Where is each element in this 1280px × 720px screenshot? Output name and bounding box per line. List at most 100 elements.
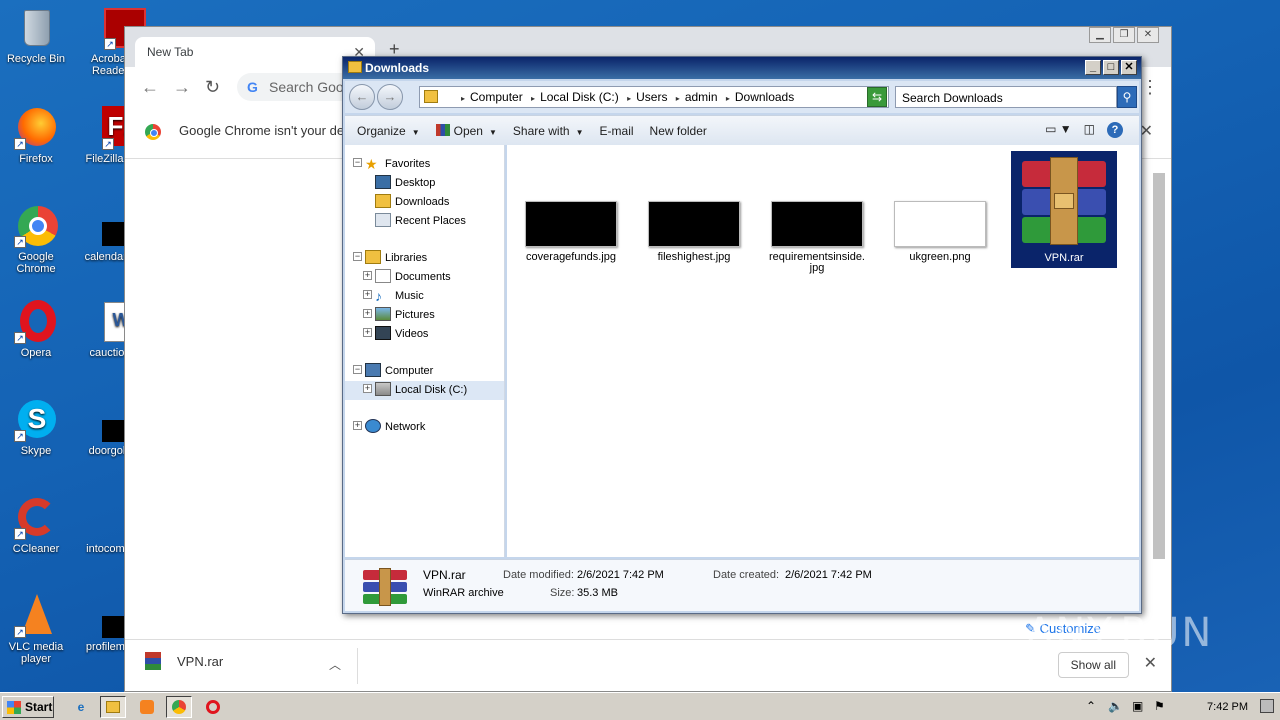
- breadcrumb-local-disk[interactable]: Local Disk (C:): [540, 90, 619, 104]
- expand-icon[interactable]: +: [363, 384, 372, 393]
- desktop-icon-label: Firefox: [19, 153, 53, 165]
- expand-icon[interactable]: +: [363, 271, 372, 280]
- breadcrumb-computer[interactable]: Computer: [470, 90, 523, 104]
- winrar-archive-icon: [1016, 155, 1112, 247]
- nav-local-disk[interactable]: + Local Disk (C:): [345, 381, 504, 400]
- nav-pictures[interactable]: + Pictures: [345, 306, 504, 325]
- file-item-selected[interactable]: VPN.rar: [1011, 151, 1117, 268]
- local-disk-icon: [375, 382, 391, 396]
- share-with-button[interactable]: Share with ▼: [513, 124, 584, 138]
- minimize-icon[interactable]: _: [1085, 60, 1101, 75]
- nav-network[interactable]: + Network: [345, 418, 504, 437]
- forward-button[interactable]: →: [377, 84, 403, 110]
- preview-pane-icon[interactable]: ◫: [1084, 122, 1095, 138]
- clock[interactable]: 7:42 PM: [1207, 701, 1248, 713]
- menu-icon[interactable]: ⋮: [1141, 77, 1159, 98]
- media-player-icon[interactable]: [134, 696, 160, 718]
- desktop-icon-vlc[interactable]: ↗ VLC media player: [0, 594, 72, 665]
- chevron-up-icon[interactable]: ︿: [329, 656, 341, 673]
- chrome-tab[interactable]: New Tab ✕: [135, 37, 375, 67]
- desktop-icon-firefox[interactable]: ↗ Firefox: [0, 106, 72, 165]
- help-icon[interactable]: ?: [1107, 122, 1123, 138]
- breadcrumb-admin[interactable]: admin: [685, 90, 718, 104]
- close-icon[interactable]: ✕: [1121, 60, 1137, 75]
- file-name: coveragefunds.jpg: [526, 251, 616, 263]
- collapse-icon[interactable]: −: [353, 252, 362, 261]
- nav-downloads[interactable]: Downloads: [345, 193, 504, 212]
- volume-icon[interactable]: 🔈: [1108, 699, 1123, 713]
- expand-icon[interactable]: +: [363, 309, 372, 318]
- close-icon[interactable]: ✕: [1137, 27, 1159, 43]
- expand-icon[interactable]: +: [363, 328, 372, 337]
- music-icon: ♪: [375, 288, 382, 304]
- desktop-icon-recycle-bin[interactable]: Recycle Bin: [0, 6, 72, 65]
- reload-icon[interactable]: ↻: [205, 77, 220, 98]
- desktop-icon-label: Skype: [20, 445, 52, 457]
- breadcrumb-users[interactable]: Users: [636, 90, 667, 104]
- back-button[interactable]: ←: [349, 84, 375, 110]
- tab-title: New Tab: [147, 45, 194, 59]
- maximize-icon[interactable]: □: [1103, 60, 1119, 75]
- explorer-window[interactable]: Downloads _ □ ✕ ← → ▸ Computer ▸ Local Dis…: [342, 56, 1142, 614]
- nav-music[interactable]: + ♪ Music: [345, 287, 504, 306]
- breadcrumb-downloads[interactable]: Downloads: [735, 90, 794, 104]
- action-center-icon[interactable]: ⚑: [1154, 699, 1165, 713]
- downloads-folder-icon: [375, 194, 391, 208]
- back-icon[interactable]: ←: [141, 77, 159, 98]
- desktop-icon-chrome[interactable]: ↗ Google Chrome: [0, 204, 72, 275]
- start-button[interactable]: Start: [2, 696, 54, 718]
- detail-modified: 2/6/2021 7:42 PM: [577, 569, 664, 581]
- nav-label: Computer: [385, 365, 434, 377]
- minimize-icon[interactable]: ▁: [1089, 27, 1111, 43]
- show-hidden-icons-icon[interactable]: ⌃: [1086, 699, 1096, 713]
- file-item[interactable]: fileshighest.jpg: [644, 201, 744, 263]
- download-item[interactable]: VPN.rar: [145, 652, 223, 670]
- nav-videos[interactable]: + Videos: [345, 325, 504, 344]
- desktop-icon-opera[interactable]: ↗ Opera: [0, 300, 72, 359]
- email-button[interactable]: E-mail: [600, 124, 634, 138]
- new-folder-button[interactable]: New folder: [650, 124, 707, 138]
- explorer-taskbar-button[interactable]: [100, 696, 126, 718]
- desktop-icon-label: VLC media player: [8, 641, 64, 665]
- firefox-icon: ↗: [14, 106, 58, 150]
- nav-desktop[interactable]: Desktop: [345, 174, 504, 193]
- desktop-icon-ccleaner[interactable]: ↗ CCleaner: [0, 496, 72, 555]
- file-item[interactable]: requirementsinside. jpg: [767, 201, 867, 274]
- nav-documents[interactable]: + Documents: [345, 268, 504, 287]
- organize-button[interactable]: Organize ▼: [357, 124, 420, 138]
- opera-icon: [206, 700, 220, 714]
- file-item[interactable]: coveragefunds.jpg: [521, 201, 621, 263]
- chrome-icon: [172, 700, 186, 714]
- nav-recent-places[interactable]: Recent Places: [345, 212, 504, 231]
- detail-size: 35.3 MB: [577, 587, 618, 599]
- folder-icon: [348, 61, 362, 73]
- forward-icon[interactable]: →: [173, 77, 191, 98]
- refresh-icon[interactable]: ⇆: [867, 87, 887, 107]
- computer-icon: [365, 363, 381, 377]
- scrollbar[interactable]: [1153, 173, 1165, 559]
- breadcrumb[interactable]: ▸ Computer ▸ Local Disk (C:) ▸ Users ▸ admin…: [419, 86, 889, 108]
- show-desktop-button[interactable]: [1260, 699, 1274, 713]
- window-controls: _ □ ✕: [1085, 60, 1137, 75]
- collapse-icon[interactable]: −: [353, 158, 362, 167]
- desktop-icon-skype[interactable]: S ↗ Skype: [0, 398, 72, 457]
- nav-favorites[interactable]: − ★ Favorites: [345, 155, 504, 174]
- network-icon[interactable]: ▣: [1132, 699, 1143, 713]
- expand-icon[interactable]: +: [363, 290, 372, 299]
- explorer-titlebar[interactable]: Downloads _ □ ✕: [343, 57, 1141, 79]
- expand-icon[interactable]: +: [353, 421, 362, 430]
- open-button[interactable]: Open ▼: [435, 123, 497, 138]
- chrome-taskbar-button[interactable]: [166, 696, 192, 718]
- close-shelf-icon[interactable]: ✕: [1144, 653, 1157, 673]
- file-item[interactable]: ukgreen.png: [890, 201, 990, 263]
- internet-explorer-icon[interactable]: e: [68, 696, 94, 718]
- nav-computer[interactable]: − Computer: [345, 362, 504, 381]
- change-view-icon[interactable]: ▭ ▼: [1045, 122, 1072, 138]
- restore-icon[interactable]: ❐: [1113, 27, 1135, 43]
- desktop-icon-label: Recycle Bin: [6, 53, 66, 65]
- search-input[interactable]: Search Downloads: [895, 86, 1117, 108]
- nav-libraries[interactable]: − Libraries: [345, 249, 504, 268]
- search-icon[interactable]: ⚲: [1117, 86, 1137, 108]
- collapse-icon[interactable]: −: [353, 365, 362, 374]
- opera-taskbar-icon[interactable]: [200, 696, 226, 718]
